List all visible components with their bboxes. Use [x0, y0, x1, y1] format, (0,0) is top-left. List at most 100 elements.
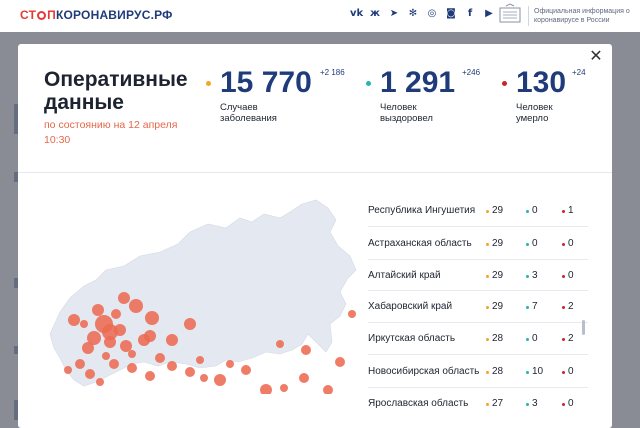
- recovered-value: 1 291: [380, 66, 456, 99]
- region-deaths: 0: [562, 365, 574, 377]
- cases-delta: +2 186: [320, 68, 345, 77]
- case-bubble[interactable]: [127, 363, 137, 373]
- cases-label: Случаев заболевания: [220, 102, 277, 124]
- ok-icon[interactable]: ж: [369, 8, 381, 20]
- stat-recovered: 1 291 +246 Человек выздоровел: [366, 66, 480, 124]
- recovered-delta: +246: [462, 68, 481, 77]
- regions-table: Республика Ингушетия 29 0 1 Астраханская…: [368, 194, 588, 418]
- deaths-label: Человек умерло: [516, 102, 553, 124]
- vk-icon[interactable]: vk: [350, 8, 363, 20]
- deaths-value: 130: [516, 66, 567, 99]
- case-bubble[interactable]: [109, 359, 119, 369]
- case-bubble[interactable]: [214, 374, 226, 386]
- recovered-dot: [366, 81, 371, 86]
- region-deaths: 2: [562, 333, 574, 344]
- case-bubble[interactable]: [301, 345, 311, 355]
- logo-text-part3: КОРОНАВИРУС.РФ: [55, 8, 173, 22]
- region-deaths: 2: [562, 301, 574, 312]
- official-info-text: Официальная информация о коронавирусе в …: [534, 8, 630, 24]
- case-bubble[interactable]: [64, 366, 72, 374]
- case-bubble[interactable]: [118, 292, 130, 304]
- cases-dot: [206, 81, 211, 86]
- viber-icon[interactable]: ◎: [426, 8, 438, 20]
- site-logo[interactable]: СТ ПКОРОНАВИРУС.РФ: [20, 8, 173, 22]
- region-cases: 27: [485, 397, 504, 409]
- region-name: Ярославская область: [368, 397, 469, 409]
- case-bubble[interactable]: [96, 378, 104, 386]
- table-row: Иркутская область 28 0 2: [368, 323, 588, 355]
- case-bubble[interactable]: [129, 299, 143, 313]
- region-deaths: 0: [562, 237, 574, 249]
- case-bubble[interactable]: [92, 304, 104, 316]
- as-of-date: по состоянию на 12 апреля 10:30: [44, 119, 178, 146]
- case-bubble[interactable]: [102, 324, 118, 340]
- case-bubble[interactable]: [145, 371, 155, 381]
- region-cases: 28: [485, 333, 504, 344]
- russia-map: [49, 199, 357, 394]
- logo-text-part1: СТ: [20, 8, 37, 22]
- deaths-delta: +24: [572, 68, 586, 77]
- case-bubble[interactable]: [185, 367, 195, 377]
- site-header: СТ ПКОРОНАВИРУС.РФ vk ж ➤ ✻ ◎ ◙ f ▶ Офици…: [0, 0, 640, 32]
- case-bubble[interactable]: [68, 314, 80, 326]
- case-bubble[interactable]: [145, 311, 159, 325]
- case-bubble[interactable]: [102, 352, 110, 360]
- region-cases: 29: [485, 269, 504, 281]
- logo-text-part2: П: [47, 8, 56, 22]
- case-bubble[interactable]: [167, 361, 177, 371]
- region-deaths: 0: [562, 269, 574, 281]
- region-recovered: 7: [526, 301, 538, 312]
- case-bubble[interactable]: [144, 330, 156, 342]
- case-bubble[interactable]: [184, 318, 196, 330]
- case-bubble[interactable]: [128, 350, 136, 358]
- case-bubble[interactable]: [276, 340, 284, 348]
- region-cases: 29: [485, 237, 504, 249]
- stats-modal: ✕ Оперативные данные по состоянию на 12 …: [18, 44, 612, 428]
- region-deaths: 1: [562, 204, 574, 216]
- region-recovered: 0: [526, 333, 538, 344]
- case-bubble[interactable]: [323, 385, 333, 394]
- case-bubble[interactable]: [260, 384, 272, 394]
- telegram-icon[interactable]: ➤: [388, 8, 400, 20]
- modal-divider: [18, 172, 612, 173]
- case-bubble[interactable]: [280, 384, 288, 392]
- region-name: Новосибирская область: [368, 365, 480, 377]
- instagram-icon[interactable]: ◙: [445, 8, 457, 20]
- close-button[interactable]: ✕: [588, 48, 604, 64]
- region-name: Иркутская область: [368, 333, 456, 344]
- youtube-icon[interactable]: ▶: [483, 8, 495, 20]
- case-bubble[interactable]: [166, 334, 178, 346]
- region-recovered: 10: [525, 365, 544, 377]
- case-bubble[interactable]: [299, 373, 309, 383]
- region-recovered: 0: [526, 204, 538, 216]
- header-divider: [528, 6, 529, 26]
- tenchat-icon[interactable]: ✻: [407, 8, 419, 20]
- region-recovered: 3: [526, 269, 538, 281]
- case-bubble[interactable]: [75, 359, 85, 369]
- region-recovered: 0: [526, 237, 538, 249]
- table-row: Ярославская область 27 3 0: [368, 388, 588, 418]
- region-name: Хабаровский край: [368, 301, 453, 312]
- case-bubble[interactable]: [335, 357, 345, 367]
- case-bubble[interactable]: [120, 340, 132, 352]
- table-row: Алтайский край 29 3 0: [368, 260, 588, 291]
- case-bubble[interactable]: [80, 320, 88, 328]
- case-bubble[interactable]: [200, 374, 208, 382]
- stat-cases: 15 770 +2 186 Случаев заболевания: [206, 66, 345, 124]
- region-cases: 29: [485, 301, 504, 312]
- stat-deaths: 130 +24 Человек умерло: [502, 66, 586, 124]
- case-bubble[interactable]: [111, 309, 121, 319]
- case-bubble[interactable]: [85, 369, 95, 379]
- table-scrollbar[interactable]: [582, 320, 585, 335]
- case-bubble[interactable]: [348, 310, 356, 318]
- facebook-icon[interactable]: f: [464, 8, 476, 20]
- case-bubble[interactable]: [155, 353, 165, 363]
- social-links: vk ж ➤ ✻ ◎ ◙ f ▶: [350, 8, 495, 20]
- case-bubble[interactable]: [196, 356, 204, 364]
- case-bubble[interactable]: [82, 342, 94, 354]
- region-recovered: 3: [526, 397, 538, 409]
- case-bubble[interactable]: [226, 360, 234, 368]
- coat-of-arms-icon: [499, 3, 521, 23]
- recovered-label: Человек выздоровел: [380, 102, 433, 124]
- case-bubble[interactable]: [241, 365, 251, 375]
